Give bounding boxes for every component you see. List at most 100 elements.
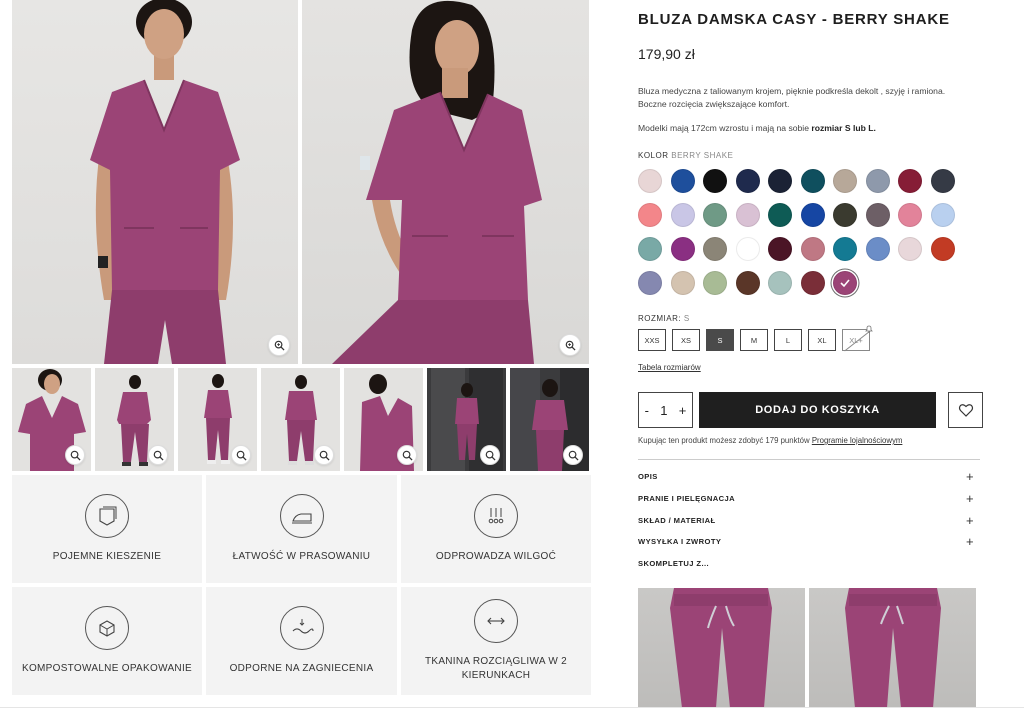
color-swatch[interactable] [703,271,727,295]
color-swatch[interactable] [703,169,727,193]
zoom-icon[interactable] [563,445,583,465]
product-gallery: POJEMNE KIESZENIE ŁATWOŚĆ W PRASOWANIU O… [12,0,591,695]
main-image-front[interactable] [12,0,298,364]
zoom-icon[interactable] [480,445,500,465]
feature-tile: ODPROWADZA WILGOĆ [401,475,591,583]
zoom-icon[interactable] [65,445,85,465]
color-swatch[interactable] [703,203,727,227]
accordion-care[interactable]: PRANIE I PIELĘGNACJA + [638,488,974,510]
size-table-link[interactable]: Tabela rozmiarów [638,363,701,372]
color-swatch[interactable] [670,237,695,261]
feature-label: TKANINA ROZCIĄGLIWA W 2 KIERUNKACH [424,656,568,681]
thumbnail-strip [12,368,589,471]
thumbnail-4[interactable] [261,368,340,471]
product-info: BLUZA DAMSKA CASY - BERRY SHAKE 179,90 z… [638,0,983,708]
color-swatch-selected[interactable] [833,271,857,295]
quantity-value[interactable]: 1 [658,403,669,418]
accordion-label: OPIS [638,472,658,482]
size-option-xl[interactable]: XL [808,329,836,351]
color-swatch[interactable] [768,237,792,261]
quantity-increase-button[interactable]: + [677,403,689,418]
color-swatch[interactable] [865,237,890,261]
color-swatch[interactable] [898,237,922,261]
color-swatch[interactable] [930,169,955,193]
color-swatch[interactable] [703,237,727,261]
color-swatch[interactable] [670,271,695,295]
add-to-cart-button[interactable]: DODAJ DO KOSZYKA [699,392,936,428]
moisture-icon [474,494,518,538]
feature-label: ŁATWOŚĆ W PRASOWANIU [232,551,371,562]
thumbnail-3[interactable] [178,368,257,471]
color-swatch[interactable] [638,169,662,193]
product-title: BLUZA DAMSKA CASY - BERRY SHAKE [638,11,950,28]
thumbnail-1[interactable] [12,368,91,471]
zoom-icon[interactable] [314,445,334,465]
color-swatch[interactable] [833,237,857,261]
color-swatch[interactable] [638,237,662,261]
accordion-shipping[interactable]: WYSYŁKA I ZWROTY + [638,531,974,553]
color-swatch[interactable] [735,203,760,227]
main-image-side[interactable] [302,0,589,364]
color-swatch[interactable] [800,203,825,227]
color-swatch[interactable] [865,203,890,227]
zoom-icon[interactable] [559,334,581,356]
thumbnail-2[interactable] [95,368,174,471]
buy-row: - 1 + DODAJ DO KOSZYKA [638,392,983,428]
color-swatch[interactable] [930,237,955,261]
accordion-material[interactable]: SKŁAD / MATERIAŁ + [638,509,974,531]
recommended-product-1[interactable] [638,588,805,708]
size-option-s[interactable]: S [706,329,734,351]
color-swatch[interactable] [833,203,857,227]
model-size-note: Modelki mają 172cm wzrostu i mają na sob… [638,123,983,133]
model-photo-side [332,0,542,364]
color-swatch[interactable] [898,169,922,193]
color-swatch[interactable] [800,271,825,295]
thumbnail-6[interactable] [427,368,506,471]
size-option-l[interactable]: L [774,329,802,351]
color-swatch[interactable] [638,203,662,227]
color-swatch[interactable] [735,169,760,193]
accordion-label: SKŁAD / MATERIAŁ [638,515,716,525]
color-swatch[interactable] [735,237,760,261]
thumbnail-7[interactable] [510,368,589,471]
color-swatch[interactable] [865,169,890,193]
zoom-icon[interactable] [397,445,417,465]
thumbnail-5[interactable] [344,368,423,471]
product-price: 179,90 zł [638,46,695,62]
color-swatch[interactable] [735,271,760,295]
quantity-decrease-button[interactable]: - [643,403,651,418]
color-swatch[interactable] [898,203,922,227]
zoom-icon[interactable] [231,445,251,465]
pants-photo [670,588,772,708]
color-swatch[interactable] [638,271,662,295]
color-swatch[interactable] [930,203,955,227]
color-swatch[interactable] [768,169,792,193]
size-options: XXS XS S M L XL XL+ [638,325,983,352]
wrinkle-resistant-icon [279,606,324,650]
notify-bell-icon[interactable] [864,324,874,334]
size-option-xl-plus[interactable]: XL+ [842,325,873,352]
color-swatch[interactable] [670,169,695,193]
color-swatch[interactable] [833,169,857,193]
plus-icon: + [966,469,974,485]
loyalty-program-link[interactable]: Programie lojalnościowym [812,436,903,445]
zoom-icon[interactable] [268,334,290,356]
color-swatch[interactable] [800,237,825,261]
size-option-m[interactable]: M [740,329,768,351]
recommended-product-2[interactable] [809,588,976,708]
compostable-package-icon [85,606,129,650]
plus-icon: + [966,534,974,550]
wishlist-button[interactable] [948,392,983,428]
description-line: Boczne rozcięcia zwiększające komfort. [638,99,790,109]
color-swatch[interactable] [768,271,792,295]
color-swatch[interactable] [768,203,792,227]
color-swatch[interactable] [800,169,825,193]
size-option-xxs[interactable]: XXS [638,329,666,351]
feature-label: ODPROWADZA WILGOĆ [435,551,557,562]
size-option-xs[interactable]: XS [672,329,700,351]
product-description: Bluza medyczna z taliowanym krojem, pięk… [638,85,983,111]
color-swatch[interactable] [670,203,695,227]
zoom-icon[interactable] [148,445,168,465]
color-label: KOLOR BERRY SHAKE [638,151,983,160]
accordion-opis[interactable]: OPIS + [638,466,974,488]
